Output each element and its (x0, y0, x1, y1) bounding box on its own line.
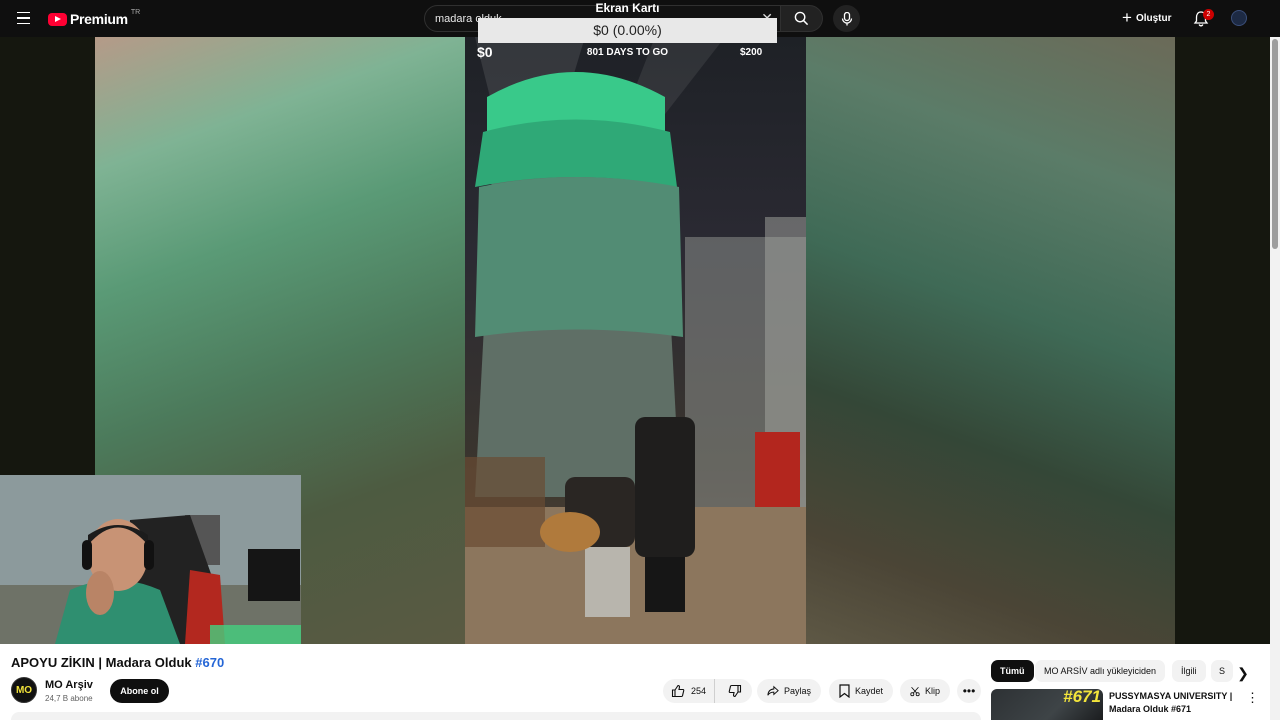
search-icon (794, 11, 809, 26)
streamer-webcam-image (0, 475, 301, 644)
chip-partial[interactable]: S (1211, 660, 1233, 682)
create-label: Oluştur (1135, 12, 1172, 24)
logo-text: Premium (70, 11, 128, 27)
like-button[interactable]: 254 (663, 679, 716, 703)
thumbs-up-icon (671, 684, 685, 698)
recommendation-more-icon[interactable]: ⋮ (1246, 690, 1259, 706)
notification-badge: 2 (1203, 9, 1214, 20)
recommendation-title[interactable]: PUSSYMASYA UNIVERSITY | Madara Olduk #67… (1109, 690, 1239, 716)
like-dislike-group: 254 (663, 679, 752, 703)
scissors-icon (910, 686, 920, 696)
subscribe-button[interactable]: Abone ol (110, 679, 169, 703)
share-icon (767, 685, 779, 696)
country-code: TR (130, 8, 141, 16)
goal-days-label: 801 DAYS TO GO (586, 47, 669, 58)
voice-search-button[interactable] (833, 5, 860, 32)
chevron-right-icon[interactable]: ❯ (1234, 664, 1252, 682)
share-label: Paylaş (783, 686, 811, 696)
dislike-button[interactable] (720, 679, 750, 703)
chip-from-uploader[interactable]: MO ARSİV adlı yükleyiciden (1035, 660, 1166, 682)
save-button[interactable]: Kaydet (829, 679, 893, 703)
clip-button[interactable]: Klip (900, 679, 950, 703)
goal-title: Ekran Kartı (595, 1, 660, 15)
scrollbar-thumb[interactable] (1272, 39, 1278, 249)
video-player[interactable] (0, 37, 1270, 644)
video-title-text: APOYU ZİKIN | Madara Olduk (11, 655, 192, 670)
goal-max-label: $200 (740, 47, 763, 58)
menu-icon[interactable] (12, 8, 36, 28)
youtube-logo[interactable]: Premium TR (48, 8, 141, 28)
share-button[interactable]: Paylaş (757, 679, 821, 703)
channel-name[interactable]: MO Arşiv (45, 679, 93, 691)
thumbnail-number: #671 (1063, 689, 1101, 706)
bookmark-icon (839, 684, 850, 698)
save-label: Kaydet (854, 686, 883, 696)
description-box[interactable] (11, 712, 981, 720)
chip-related[interactable]: İlgili (1172, 660, 1206, 682)
like-count: 254 (691, 686, 707, 696)
recommendation-thumbnail[interactable]: #671 (991, 689, 1103, 720)
chip-all[interactable]: Tümü (991, 660, 1034, 682)
channel-subscribers: 24,7 B abone (45, 694, 93, 703)
search-button[interactable] (781, 5, 823, 32)
more-actions-icon[interactable]: ••• (957, 679, 981, 703)
video-hashtag[interactable]: #670 (195, 655, 224, 670)
create-button[interactable]: + Oluştur (1116, 6, 1178, 30)
video-title: APOYU ZİKIN | Madara Olduk #670 (11, 655, 224, 670)
mic-icon (841, 11, 852, 25)
blurred-background-right (806, 37, 1175, 644)
plus-icon: + (1122, 8, 1132, 27)
youtube-play-icon (48, 12, 67, 26)
thumbs-down-icon (728, 684, 742, 698)
goal-amount: $0 (0.00%) (478, 18, 777, 43)
tower-scene-image (465, 37, 806, 644)
video-frame (465, 37, 806, 644)
webcam-overlay (0, 475, 301, 644)
page-scrollbar[interactable] (1270, 37, 1280, 720)
clip-label: Klip (924, 686, 940, 696)
channel-avatar[interactable]: MO (11, 677, 37, 703)
account-avatar[interactable] (1231, 10, 1247, 26)
